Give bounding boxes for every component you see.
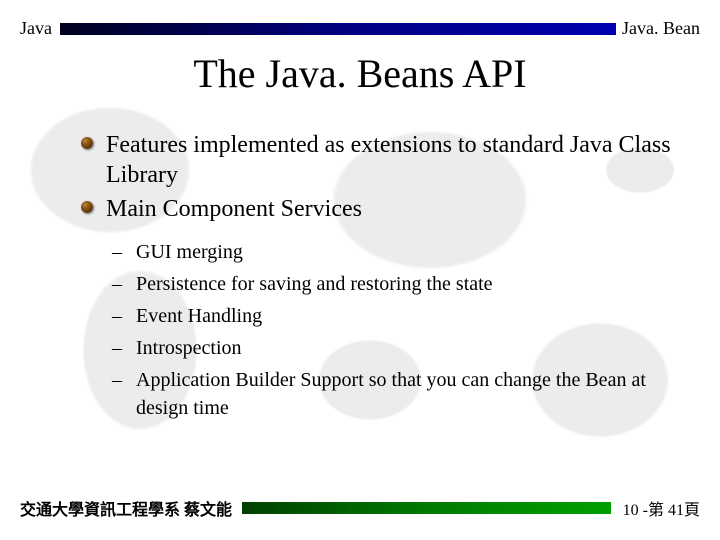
- bullet-icon: [80, 136, 94, 150]
- content-area: Features implemented as extensions to st…: [80, 130, 680, 426]
- header-left-label: Java: [20, 18, 52, 39]
- dash-icon: –: [112, 334, 122, 362]
- slide-title: The Java. Beans API: [0, 50, 720, 97]
- dash-icon: –: [112, 270, 122, 298]
- sub-list-item: – Application Builder Support so that yo…: [112, 366, 680, 422]
- sub-list: – GUI merging – Persistence for saving a…: [112, 238, 680, 422]
- footer-left-label: 交通大學資訊工程學系 蔡文能: [20, 496, 242, 520]
- sub-list-item: – Persistence for saving and restoring t…: [112, 270, 680, 298]
- sub-list-item: – Event Handling: [112, 302, 680, 330]
- list-item: Features implemented as extensions to st…: [80, 130, 680, 190]
- list-item: Main Component Services: [80, 194, 680, 224]
- sub-list-item-text: Persistence for saving and restoring the…: [136, 273, 493, 295]
- bullet-icon: [80, 200, 94, 214]
- list-item-text: Main Component Services: [106, 196, 362, 222]
- sub-list-item: – Introspection: [112, 334, 680, 362]
- header-bar: [60, 23, 616, 35]
- sub-list-item-text: Introspection: [136, 337, 242, 359]
- sub-list-item-text: Application Builder Support so that you …: [136, 369, 646, 419]
- slide: Java Java. Bean The Java. Beans API Feat…: [0, 0, 720, 540]
- sub-list-item-text: GUI merging: [136, 241, 243, 263]
- sub-list-item: – GUI merging: [112, 238, 680, 266]
- footer: 交通大學資訊工程學系 蔡文能 10 -第 41頁: [20, 496, 700, 520]
- header: Java Java. Bean: [20, 18, 700, 39]
- dash-icon: –: [112, 302, 122, 330]
- footer-bar: [242, 502, 611, 514]
- list-item-text: Features implemented as extensions to st…: [106, 132, 671, 188]
- dash-icon: –: [112, 238, 122, 266]
- dash-icon: –: [112, 366, 122, 394]
- sub-list-item-text: Event Handling: [136, 305, 262, 327]
- header-right-label: Java. Bean: [622, 18, 700, 39]
- footer-page-number: 10 -第 41頁: [611, 496, 700, 520]
